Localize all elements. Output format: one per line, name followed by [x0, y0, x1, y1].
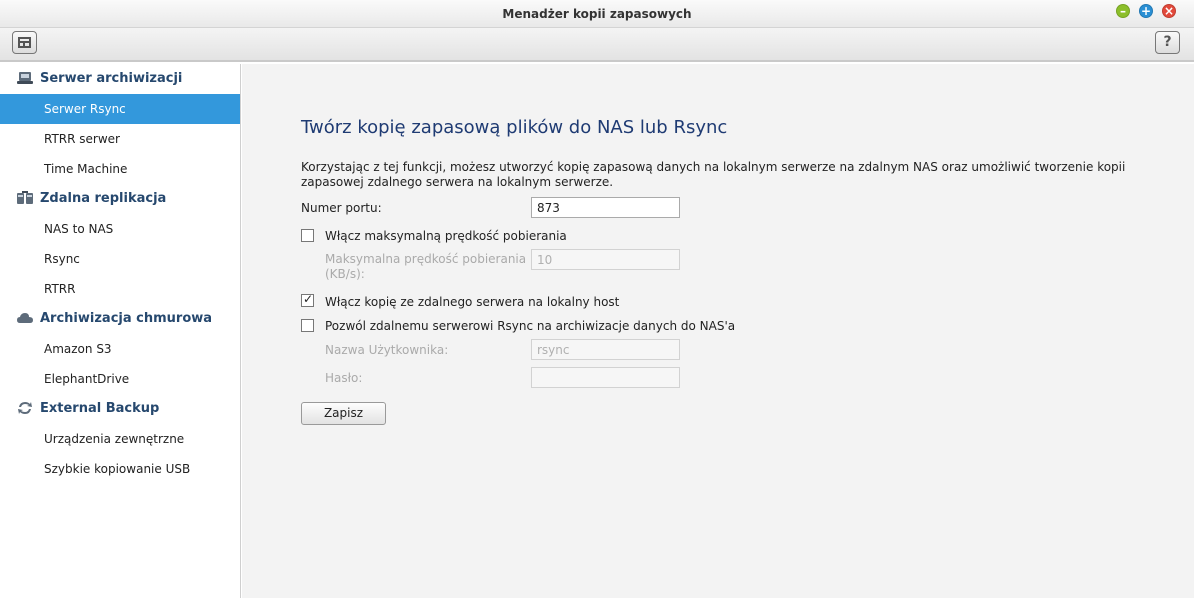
sidebar-item-label: NAS to NAS	[44, 222, 114, 236]
sidebar: Serwer archiwizacji Serwer Rsync RTRR se…	[0, 64, 241, 598]
sidebar-item-label: Amazon S3	[44, 342, 112, 356]
max-speed-checkbox[interactable]	[301, 229, 314, 242]
allow-rsync-checkbox[interactable]	[301, 319, 314, 332]
sidebar-item-label: RTRR	[44, 282, 76, 296]
sidebar-item-label: ElephantDrive	[44, 372, 130, 386]
cloud-icon	[17, 313, 33, 323]
sidebar-category-label: External Backup	[40, 401, 160, 416]
server-icon	[17, 72, 33, 84]
sidebar-item-serwer-rsync[interactable]: Serwer Rsync	[0, 94, 240, 124]
maximize-icon[interactable]: +	[1139, 4, 1153, 18]
sidebar-category-external-backup[interactable]: External Backup	[0, 394, 240, 422]
password-label: Hasło:	[325, 371, 363, 385]
sidebar-category-label: Zdalna replikacja	[40, 191, 167, 206]
sidebar-item-rtrr-serwer[interactable]: RTRR serwer	[0, 124, 240, 154]
max-speed-input[interactable]	[531, 249, 680, 270]
save-button[interactable]: Zapisz	[301, 402, 386, 425]
sidebar-item-external-devices[interactable]: Urządzenia zewnętrzne	[0, 424, 240, 454]
sidebar-item-label: Urządzenia zewnętrzne	[44, 432, 185, 446]
password-input[interactable]	[531, 367, 680, 388]
remote-to-local-checkbox-label: Włącz kopię ze zdalnego serwera na lokal…	[325, 295, 620, 309]
sidebar-item-nas-to-nas[interactable]: NAS to NAS	[0, 214, 240, 244]
help-button[interactable]: ?	[1155, 31, 1180, 54]
sidebar-category-label: Archiwizacja chmurowa	[40, 311, 213, 326]
sidebar-item-time-machine[interactable]: Time Machine	[0, 154, 240, 184]
sidebar-item-label: Szybkie kopiowanie USB	[44, 462, 191, 476]
description-text: Korzystając z tej funkcji, możesz utworz…	[301, 160, 1126, 189]
max-speed-label-line2: (KB/s):	[325, 267, 365, 281]
close-icon[interactable]: ×	[1162, 4, 1176, 18]
username-input[interactable]	[531, 339, 680, 360]
sidebar-item-elephantdrive[interactable]: ElephantDrive	[0, 364, 240, 394]
max-speed-checkbox-label: Włącz maksymalną prędkość pobierania	[325, 229, 567, 243]
port-label: Numer portu:	[301, 201, 382, 215]
sidebar-item-rsync[interactable]: Rsync	[0, 244, 240, 274]
sidebar-item-label: Serwer Rsync	[44, 102, 126, 116]
sidebar-category-cloud[interactable]: Archiwizacja chmurowa	[0, 304, 240, 332]
main-panel: Twórz kopię zapasową plików do NAS lub R…	[242, 64, 1194, 598]
minimize-icon[interactable]: –	[1116, 4, 1130, 18]
sidebar-item-label: Rsync	[44, 252, 80, 266]
sync-arrows-icon	[18, 402, 32, 414]
remote-to-local-checkbox[interactable]	[301, 292, 314, 307]
toolbar: ?	[0, 28, 1194, 62]
sidebar-item-rtrr[interactable]: RTRR	[0, 274, 240, 304]
window-title: Menadżer kopii zapasowych	[502, 7, 692, 21]
sidebar-item-label: RTRR serwer	[44, 132, 120, 146]
username-label: Nazwa Użytkownika:	[325, 343, 449, 357]
replication-icon	[17, 191, 33, 204]
sidebar-item-label: Time Machine	[44, 162, 128, 176]
title-bar: Menadżer kopii zapasowych – + ×	[0, 0, 1194, 28]
sidebar-category-replication[interactable]: Zdalna replikacja	[0, 184, 240, 212]
panel-icon	[18, 37, 31, 48]
sidebar-category-label: Serwer archiwizacji	[40, 71, 183, 86]
sidebar-item-usb-quick-copy[interactable]: Szybkie kopiowanie USB	[0, 454, 240, 484]
sidebar-item-amazon-s3[interactable]: Amazon S3	[0, 334, 240, 364]
toggle-panel-button[interactable]	[12, 31, 37, 54]
port-input[interactable]	[531, 197, 680, 218]
page-title: Twórz kopię zapasową plików do NAS lub R…	[301, 117, 728, 138]
max-speed-label-line1: Maksymalna prędkość pobierania	[325, 252, 527, 266]
sidebar-category-server[interactable]: Serwer archiwizacji	[0, 64, 240, 92]
allow-rsync-checkbox-label: Pozwól zdalnemu serwerowi Rsync na archi…	[325, 319, 736, 333]
